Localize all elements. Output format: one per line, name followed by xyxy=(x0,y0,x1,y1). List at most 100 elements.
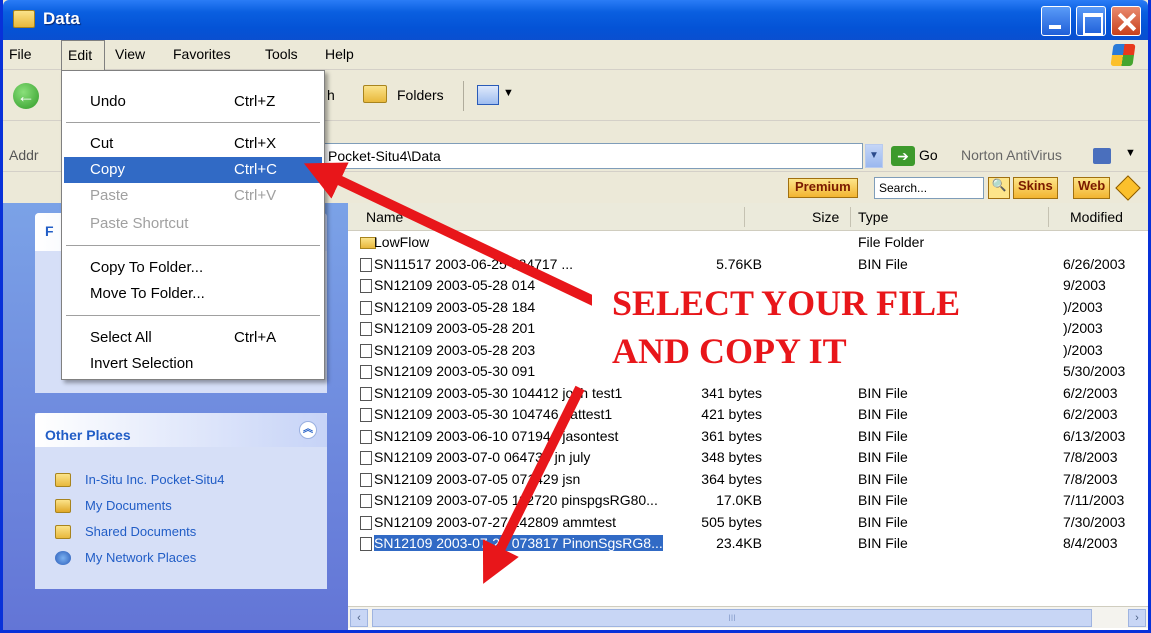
column-divider[interactable] xyxy=(850,207,851,227)
menu-view[interactable]: View xyxy=(115,46,145,62)
menu-item-invert-selection[interactable]: Invert Selection xyxy=(64,351,322,377)
file-size: 23.4KB xyxy=(716,535,762,551)
place-label: Shared Documents xyxy=(85,524,197,539)
bin-file-icon xyxy=(360,537,372,551)
minimize-button[interactable] xyxy=(1041,6,1071,36)
column-type[interactable]: Type xyxy=(858,209,888,225)
menu-item-shortcut: Ctrl+V xyxy=(234,187,277,204)
file-type: BIN File xyxy=(858,492,908,508)
bin-file-icon xyxy=(360,429,372,444)
scroll-thumb[interactable]: III xyxy=(372,609,1092,627)
menu-item-shortcut: Ctrl+Z xyxy=(234,93,276,110)
menu-item-move-to-folder[interactable]: Move To Folder... xyxy=(64,281,322,307)
file-type: File Folder xyxy=(858,234,925,250)
file-row[interactable]: SN12109 2003-07-05 071429 jsn 364 bytes BI… xyxy=(358,470,1148,490)
views-icon[interactable] xyxy=(477,85,499,105)
go-arrow-icon[interactable]: ➔ xyxy=(891,146,915,166)
address-input[interactable]: Pocket-Situ4\Data xyxy=(323,143,863,169)
address-dropdown-icon[interactable]: ▼ xyxy=(865,144,883,168)
title-bar[interactable]: Data xyxy=(3,0,1148,40)
file-row[interactable]: SN12109 2003-07-05 112720 pinspgsRG80...… xyxy=(358,491,1148,511)
column-divider[interactable] xyxy=(1048,207,1049,227)
norton-dropdown-icon[interactable]: ▼ xyxy=(1125,147,1136,159)
back-button[interactable]: ← xyxy=(13,83,39,109)
menu-favorites[interactable]: Favorites xyxy=(173,46,231,62)
premium-button[interactable]: Premium xyxy=(788,178,858,198)
menu-item-label: Copy To Folder... xyxy=(90,259,204,276)
menu-item-label: Undo xyxy=(90,93,126,110)
diamond-icon[interactable] xyxy=(1115,175,1141,201)
file-size: 361 bytes xyxy=(701,427,762,444)
menu-item-label: Cut xyxy=(90,135,114,152)
other-places-header[interactable]: Other Places ︽ xyxy=(35,413,327,447)
search-button-label[interactable]: h xyxy=(327,87,335,103)
bin-file-icon xyxy=(360,322,372,336)
scroll-left-icon[interactable]: ‹ xyxy=(350,609,368,627)
menu-item-undo[interactable]: Undo Ctrl+Z xyxy=(64,89,322,115)
file-name: SN12109 2003-05-28 203 xyxy=(374,341,536,358)
file-row[interactable]: SN12109 2003-07-28 073817 PinonSgsRG8...… xyxy=(358,534,1148,554)
file-type: BIN File xyxy=(858,470,908,487)
scroll-right-icon[interactable]: › xyxy=(1128,609,1146,627)
file-modified: 8/4/2003 xyxy=(1063,535,1118,551)
norton-antivirus-label[interactable]: Norton AntiVirus xyxy=(961,147,1062,163)
menu-item-label: Move To Folder... xyxy=(90,285,205,302)
column-size[interactable]: Size xyxy=(812,209,839,225)
file-row[interactable]: SN12109 2003-07-0 064733 jn july 348 byte… xyxy=(358,448,1148,468)
file-list: Name Size Type Modified LowFlow File Fold… xyxy=(348,203,1148,630)
place-label: My Documents xyxy=(85,498,172,513)
menu-separator xyxy=(66,122,320,123)
menu-item-label: Paste Shortcut xyxy=(90,215,189,232)
menu-file[interactable]: File xyxy=(9,46,32,62)
collapse-icon[interactable]: ︽ xyxy=(299,421,317,439)
bin-file-icon xyxy=(360,494,372,508)
folder-row[interactable]: LowFlow File Folder xyxy=(358,233,1148,253)
file-type: BIN File xyxy=(858,427,908,444)
go-button[interactable]: Go xyxy=(919,147,938,163)
norton-icon[interactable] xyxy=(1093,148,1111,164)
place-label: In-Situ Inc. Pocket-Situ4 xyxy=(85,472,225,487)
menu-edit[interactable]: Edit xyxy=(61,40,105,70)
file-modified: )/2003 xyxy=(1063,320,1103,336)
file-modified: 7/11/2003 xyxy=(1063,492,1125,508)
menu-item-label: Copy xyxy=(90,161,126,178)
file-type: BIN File xyxy=(858,406,908,422)
close-button[interactable] xyxy=(1111,6,1141,36)
file-size: 421 bytes xyxy=(701,406,762,422)
menu-item-shortcut: Ctrl+C xyxy=(234,161,277,178)
menu-help[interactable]: Help xyxy=(325,46,354,62)
bin-file-icon xyxy=(360,472,372,487)
file-row[interactable]: SN12109 2003-05-30 104412 josh test1 341 … xyxy=(358,384,1148,404)
search-input[interactable]: Search... xyxy=(874,177,984,199)
menu-item-select-all[interactable]: Select All Ctrl+A xyxy=(64,325,322,351)
file-row[interactable]: SN12109 2003-06-10 071944 jasontest 361 b… xyxy=(358,427,1148,447)
web-button[interactable]: Web xyxy=(1073,177,1111,199)
file-modified: 7/8/2003 xyxy=(1063,449,1118,465)
menu-tools[interactable]: Tools xyxy=(265,46,298,62)
search-icon[interactable]: 🔍 xyxy=(988,177,1010,199)
maximize-button[interactable] xyxy=(1076,6,1106,36)
bin-file-icon xyxy=(360,451,372,465)
horizontal-scrollbar[interactable]: ‹ III › xyxy=(348,606,1148,628)
menu-item-copy[interactable]: Copy Ctrl+C xyxy=(64,157,322,183)
annotation-line-1: SELECT YOUR FILE xyxy=(612,283,961,323)
menu-item-label: Select All xyxy=(90,329,152,346)
bin-file-icon xyxy=(360,386,372,401)
column-divider[interactable] xyxy=(744,207,745,227)
file-name: SN12109 2003-07-28 073817 PinonSgsRG8... xyxy=(374,535,663,551)
menu-item-paste[interactable]: Paste Ctrl+V xyxy=(64,183,322,209)
folder-icon xyxy=(13,10,35,28)
views-dropdown-icon[interactable]: ▼ xyxy=(503,87,514,99)
file-name: SN12109 2003-07-27 142809 ammtest xyxy=(374,513,617,530)
menu-item-paste-shortcut[interactable]: Paste Shortcut xyxy=(64,211,322,237)
file-modified: 9/2003 xyxy=(1063,277,1106,293)
menu-item-copy-to-folder[interactable]: Copy To Folder... xyxy=(64,255,322,281)
column-name[interactable]: Name xyxy=(366,209,403,225)
column-modified[interactable]: Modified xyxy=(1070,209,1123,225)
menu-item-label: Paste xyxy=(90,187,129,204)
file-row[interactable]: SN12109 2003-05-30 104746 pattest1 421 by… xyxy=(358,405,1148,425)
skins-button[interactable]: Skins xyxy=(1013,177,1058,199)
folders-label: Folders xyxy=(397,87,444,103)
file-row[interactable]: SN12109 2003-07-27 142809 ammtest 505 byt… xyxy=(358,513,1148,533)
menu-item-cut[interactable]: Cut Ctrl+X xyxy=(64,131,322,157)
